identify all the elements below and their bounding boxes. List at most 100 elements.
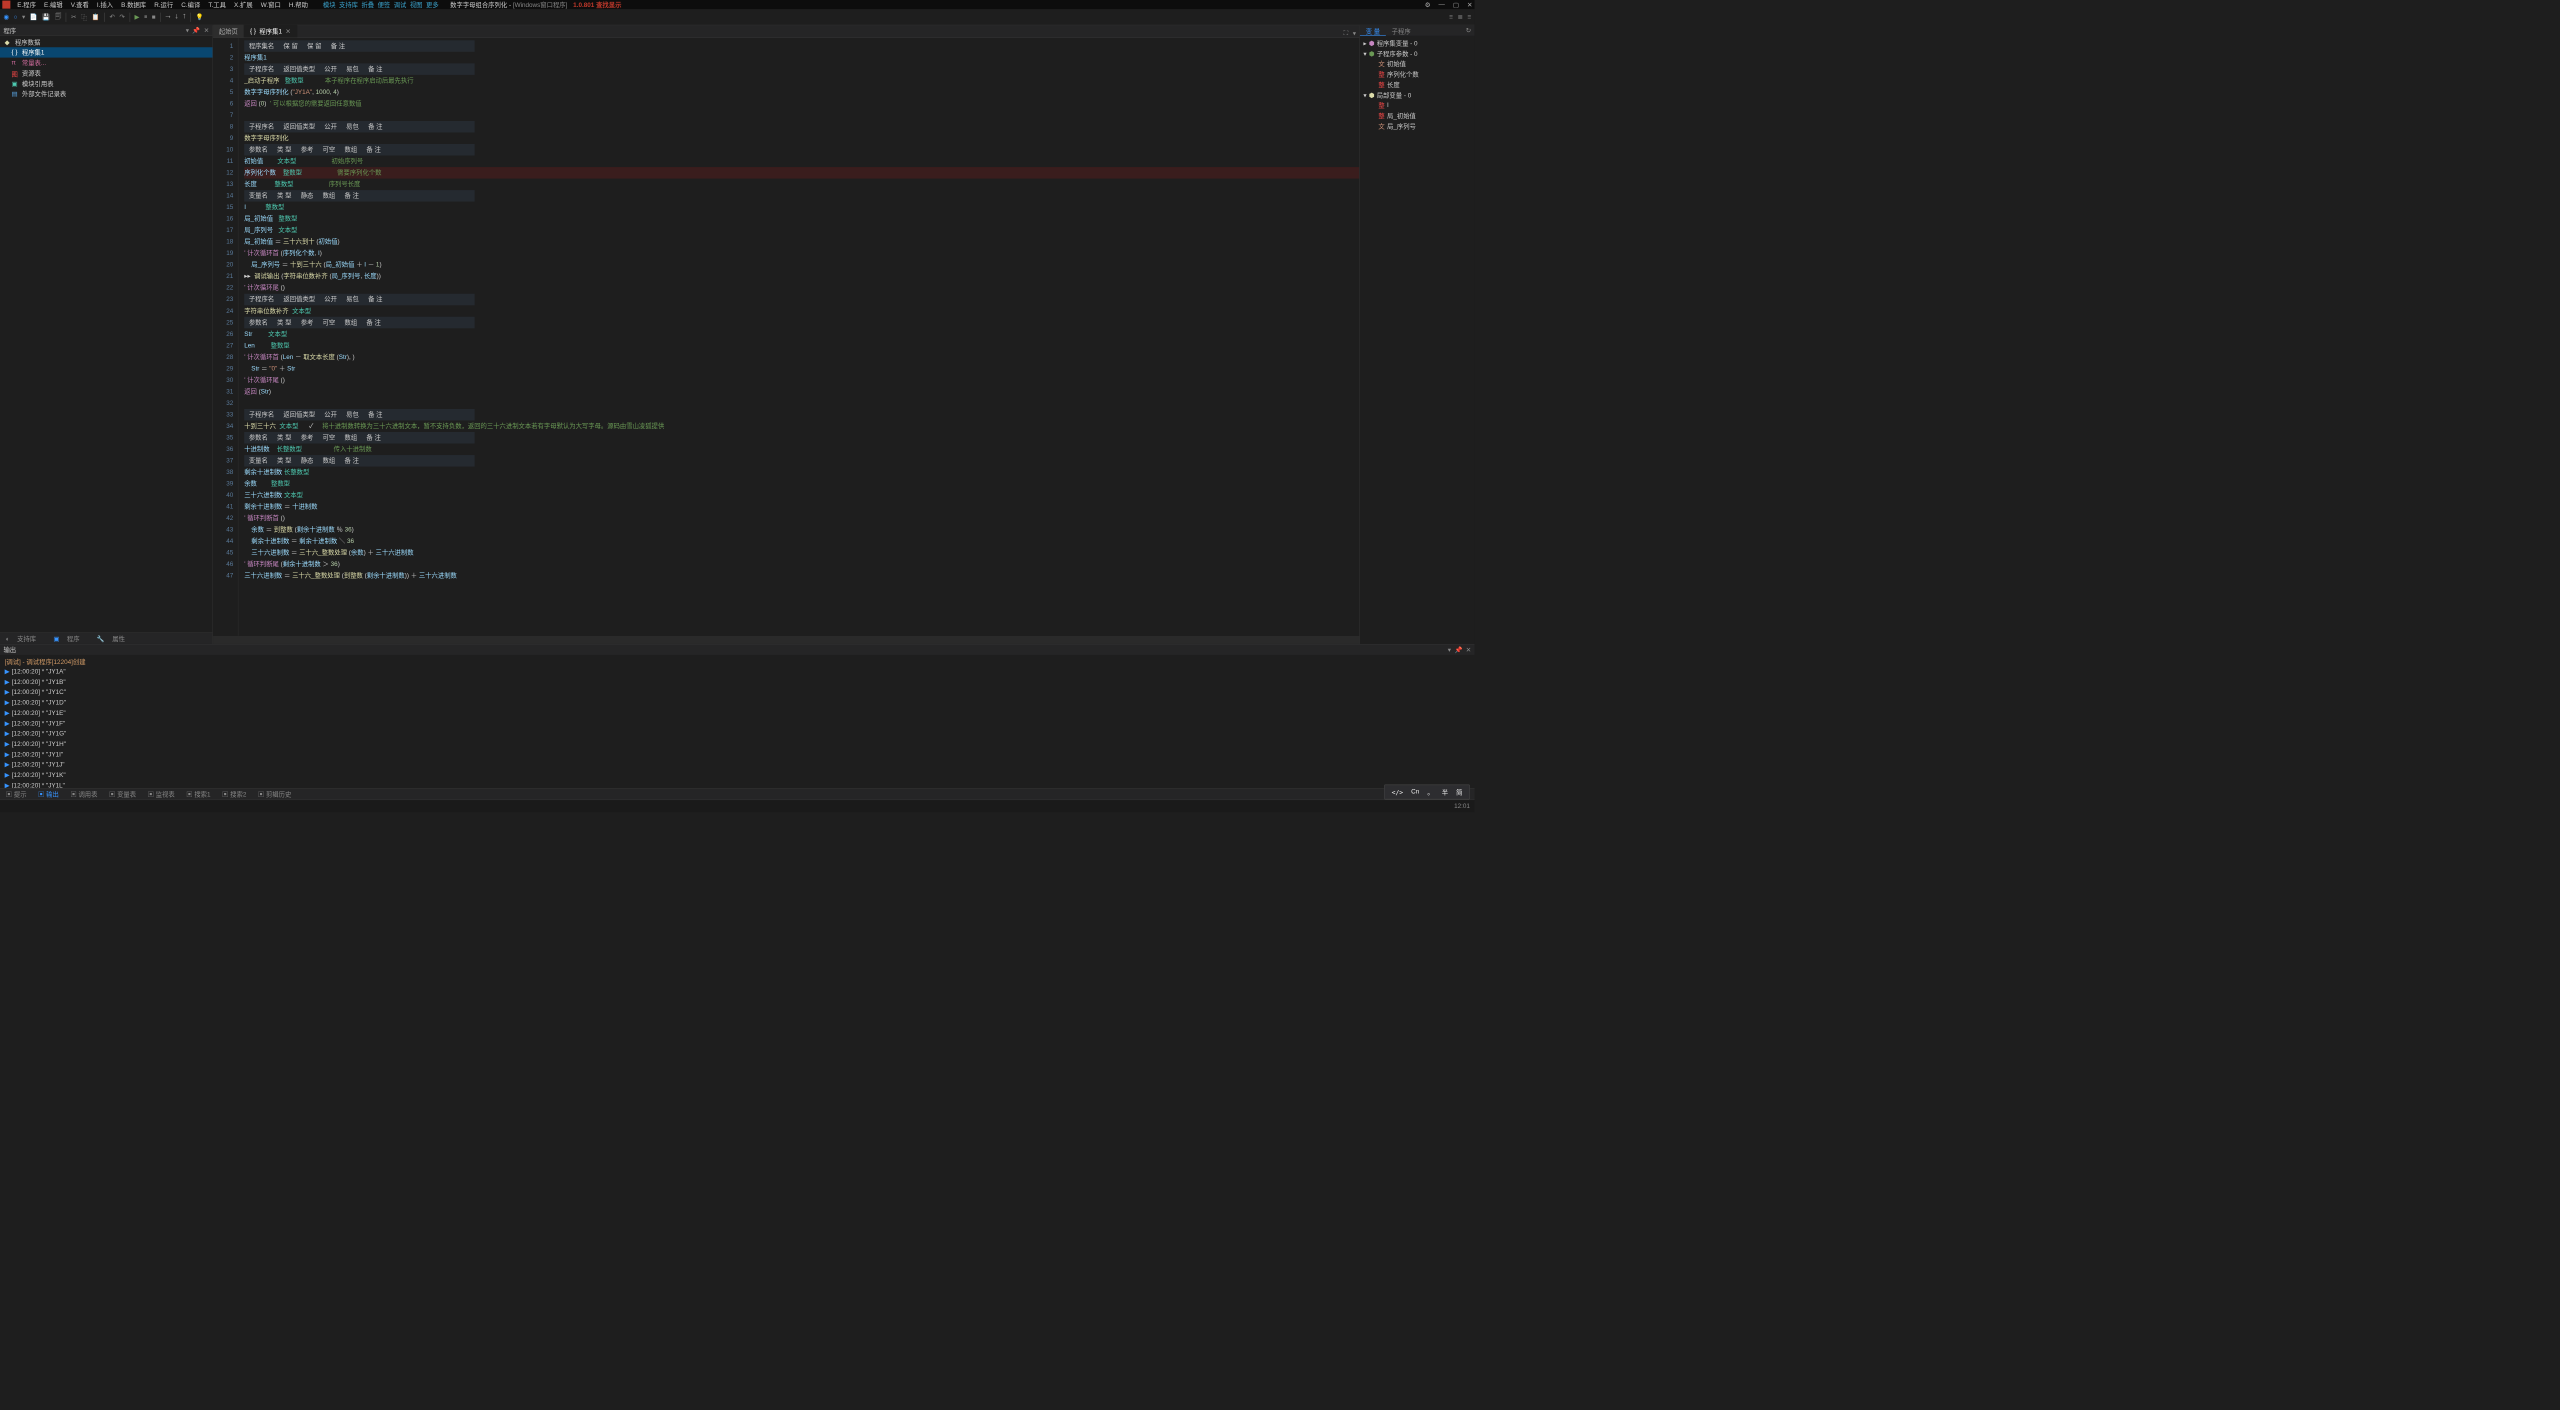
dropdown-icon[interactable]: ▾ — [1448, 646, 1451, 653]
close-tab-icon[interactable]: ✕ — [285, 27, 290, 34]
editor-tab[interactable]: 起始页 — [213, 25, 244, 38]
left-tab[interactable]: ▣ 程序 — [48, 633, 91, 645]
paste-icon[interactable]: 📋 — [92, 13, 100, 20]
menu-extra-item[interactable]: 模块 — [323, 0, 336, 9]
var-group[interactable]: ▾ ⬢ 局部变量 - 0 — [1362, 90, 1472, 100]
output-tab[interactable]: ▣ 搜索1 — [180, 788, 216, 800]
collapse-icon[interactable]: ⛶ — [1344, 30, 1348, 37]
bulb-icon[interactable]: 💡 — [195, 13, 203, 20]
ime-indicator[interactable]: </> Cn 。 半 简 — [1384, 785, 1470, 800]
output-tab[interactable]: ▣ 提示 — [0, 788, 32, 800]
saveall-icon[interactable]: 🗐 — [55, 12, 61, 23]
output-tab[interactable]: ▣ 变量表 — [103, 788, 142, 800]
ime-punct[interactable]: 。 — [1427, 787, 1433, 796]
line-gutter[interactable]: 1234567891011121314151617181920212223242… — [213, 38, 238, 636]
menu-item[interactable]: T.工具 — [205, 0, 230, 9]
menu-item[interactable]: V.查看 — [67, 0, 92, 9]
maximize-icon[interactable]: ▢ — [1453, 1, 1459, 8]
menu-item[interactable]: X.扩展 — [231, 0, 257, 9]
run-icon[interactable]: ▶ — [135, 13, 140, 20]
var-item[interactable]: 整 I — [1362, 100, 1472, 110]
more-icon[interactable]: ▾ — [1353, 30, 1356, 37]
step-out-icon[interactable]: ⭡ — [183, 13, 186, 20]
new-icon[interactable]: ▾ — [22, 13, 25, 20]
tree-item[interactable]: 外部文件记录表 — [22, 89, 66, 98]
ime-lang[interactable]: Cn — [1411, 789, 1419, 796]
copy-icon[interactable]: ⿻ — [81, 12, 87, 21]
output-tab[interactable]: ▣ 剪辑历史 — [252, 788, 297, 800]
menu-item[interactable]: I.插入 — [93, 0, 116, 9]
redo-icon[interactable]: ↷ — [119, 13, 124, 20]
output-tab[interactable]: ▣ 输出 — [32, 788, 64, 800]
var-item[interactable]: 整 长度 — [1362, 79, 1472, 89]
output-tab[interactable]: ▣ 调用表 — [65, 788, 104, 800]
menu-item[interactable]: R.运行 — [151, 0, 177, 9]
step-into-icon[interactable]: ⭣ — [175, 13, 178, 20]
ime-width[interactable]: 半 — [1442, 787, 1448, 796]
pause-icon[interactable]: ⏸ — [144, 13, 147, 20]
var-item[interactable]: 文 初始值 — [1362, 59, 1472, 69]
cut-icon[interactable]: ✂ — [71, 13, 76, 20]
menu-extra-item[interactable]: 折叠 — [361, 0, 374, 9]
tree-item[interactable]: 常量表... — [22, 58, 46, 67]
right-tab[interactable]: 子程序 — [1386, 25, 1417, 35]
tree-item[interactable]: 模块引用表 — [22, 79, 54, 88]
menu-item[interactable]: C.编译 — [178, 0, 204, 9]
menu-extra-item[interactable]: 调试 — [394, 0, 407, 9]
close-output-icon[interactable]: ✕ — [1466, 646, 1471, 653]
left-tab[interactable]: ◐ 支持库 — [0, 633, 48, 645]
ime-mode[interactable]: 简 — [1456, 787, 1462, 796]
step-over-icon[interactable]: ⭢ — [165, 13, 170, 20]
window-title: 数字字母组合序列化 - [Windows窗口程序] — [450, 0, 567, 9]
menu-extra-item[interactable]: 视图 — [410, 0, 423, 9]
editor-area: 起始页 { }程序集1✕ ⛶ ▾ 123456789101112131415161… — [213, 25, 1359, 644]
project-tree[interactable]: ◆程序数据 { }程序集1 π常量表... 图资源表 ▣模块引用表 ▤外部文件记… — [0, 36, 213, 633]
tree-root[interactable]: 程序数据 — [15, 37, 40, 46]
output-tab[interactable]: ▣ 搜索2 — [216, 788, 252, 800]
menu-extra-item[interactable]: 更多 — [426, 0, 439, 9]
code-editor[interactable]: 程序集名保 留保 留备 注程序集1子程序名返回值类型公开易包备 注_启动子程序 … — [238, 38, 1359, 636]
status-time: 12:01 — [1454, 803, 1470, 810]
var-group[interactable]: ▸ ⬢ 程序集变量 - 0 — [1362, 38, 1472, 48]
var-item[interactable]: 整 局_初始值 — [1362, 111, 1472, 121]
menu-item[interactable]: B.数据库 — [118, 0, 150, 9]
align-left-icon[interactable]: ≡ — [1449, 14, 1453, 21]
var-item[interactable]: 整 序列化个数 — [1362, 69, 1472, 79]
menu-extra-item[interactable]: 便签 — [378, 0, 391, 9]
var-group[interactable]: ▾ ⬢ 子程序参数 - 0 — [1362, 48, 1472, 58]
menu-extra-item[interactable]: 支持库 — [339, 0, 358, 9]
left-tab[interactable]: 🔧 属性 — [91, 633, 136, 645]
refresh-icon[interactable]: ↻ — [1462, 25, 1474, 35]
right-tab[interactable]: 变 量 — [1360, 25, 1386, 35]
stop-icon[interactable]: ■ — [152, 14, 156, 21]
minimize-icon[interactable]: — — [1438, 1, 1444, 8]
menu-item[interactable]: E.程序 — [14, 0, 40, 9]
align-center-icon[interactable]: ≣ — [1457, 13, 1462, 20]
tree-item[interactable]: 资源表 — [22, 69, 41, 78]
pin-icon[interactable]: ▾ — [186, 26, 189, 33]
output-line: ▶[12:00:20] * "JY1D" — [5, 699, 1470, 709]
output-body[interactable]: [调试] - 调试程序[12204]创建▶[12:00:20] * "JY1A"… — [0, 655, 1475, 788]
var-item[interactable]: 文 局_序列号 — [1362, 121, 1472, 131]
ime-code-icon: </> — [1392, 788, 1403, 795]
menu-item[interactable]: E.编辑 — [41, 0, 67, 9]
settings-icon[interactable]: ⚙ — [1425, 1, 1431, 8]
align-right-icon[interactable]: ≡ — [1467, 14, 1471, 21]
menu-item[interactable]: W.窗口 — [257, 0, 284, 9]
undo-icon[interactable]: ↶ — [110, 13, 115, 20]
variable-tree[interactable]: ▸ ⬢ 程序集变量 - 0▾ ⬢ 子程序参数 - 0文 初始值整 序列化个数整 … — [1360, 36, 1475, 134]
horizontal-scrollbar[interactable] — [213, 636, 1359, 644]
main-menu: E.程序E.编辑V.查看I.插入B.数据库R.运行C.编译T.工具X.扩展W.窗… — [14, 0, 312, 9]
tree-item[interactable]: 程序集1 — [22, 48, 45, 57]
close-icon[interactable]: ✕ — [1467, 1, 1472, 8]
save-icon[interactable]: 💾 — [42, 13, 50, 20]
open-icon[interactable]: 📄 — [30, 13, 38, 20]
editor-tab[interactable]: { }程序集1✕ — [244, 25, 297, 38]
pin-icon[interactable]: 📌 — [1454, 646, 1462, 653]
pin2-icon[interactable]: 📌 — [192, 26, 200, 33]
close-panel-icon[interactable]: ✕ — [204, 26, 209, 33]
output-tab[interactable]: ▣ 监视表 — [142, 788, 181, 800]
back-icon[interactable]: ◉ — [3, 13, 9, 20]
menu-item[interactable]: H.帮助 — [285, 0, 311, 9]
forward-icon[interactable]: ○ — [14, 14, 18, 21]
